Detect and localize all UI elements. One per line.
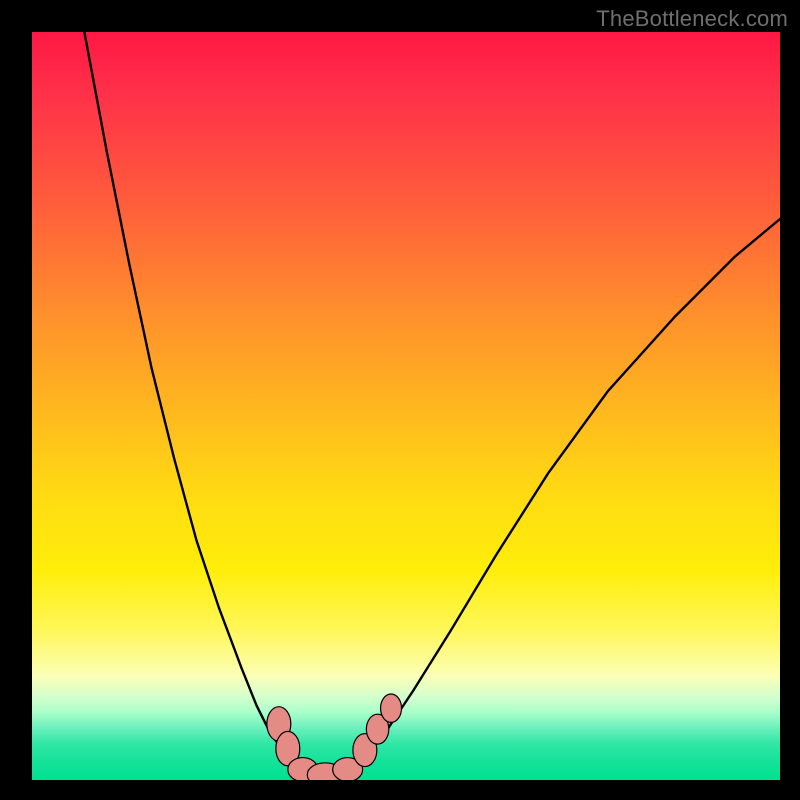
curve-left	[84, 32, 308, 773]
chart-stage: TheBottleneck.com	[0, 0, 800, 800]
chart-svg	[32, 32, 780, 780]
plot-area	[32, 32, 780, 780]
series-left-curve	[84, 32, 308, 773]
series-right-curve	[346, 219, 780, 773]
watermark-text: TheBottleneck.com	[596, 6, 788, 32]
marker-7	[381, 694, 402, 722]
curve-right	[346, 219, 780, 773]
markers	[267, 694, 402, 780]
